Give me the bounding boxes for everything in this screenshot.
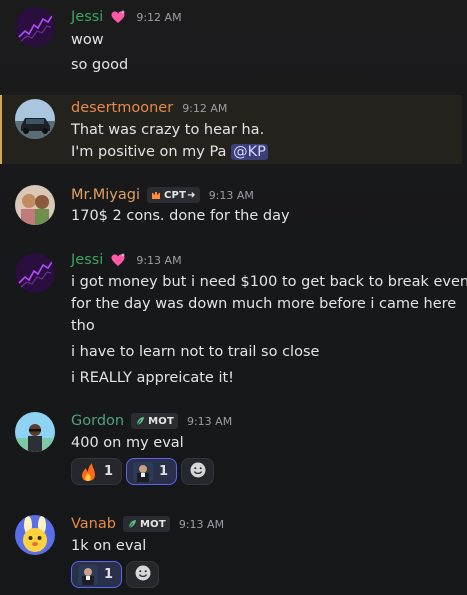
reaction-count: 1 [159,464,169,479]
message-text: i have to learn not to trail so close [71,344,320,360]
avatar[interactable] [15,253,55,293]
heart-sparkle-icon [109,252,127,268]
custom-emote-icon [78,564,98,585]
chat-message-list[interactable]: Jessi 9:12 AM wow so good desertmooner 9… [0,0,467,595]
role-tag-label: MOT [139,518,166,530]
leaf-icon [135,416,145,426]
message-text-with-mention: I'm positive on my Pa @KP [71,141,268,163]
reaction-fire[interactable]: 1 [71,458,123,485]
avatar[interactable] [15,99,55,139]
timestamp: 9:13 AM [208,188,254,202]
message-text: 1k on eval [71,538,147,554]
avatar[interactable] [15,412,55,452]
message-mrmiyagi: Mr.Miyagi CPT ➜ 9:13 AM 170$ 2 cons. don… [0,180,467,238]
message-text: for the day was down much more before i … [71,296,457,312]
smiley-icon [134,564,152,586]
arrow-right-icon: ➜ [187,189,196,201]
user-mention[interactable]: @KP [231,144,268,160]
add-reaction-button[interactable] [181,458,215,485]
reaction-bar: 1 1 [71,458,215,485]
message-vanab: Vanab MOT 9:13 AM 1k on eval 1 [0,509,467,595]
fire-icon [78,462,98,482]
message-text: 400 on my eval [71,435,184,451]
avatar[interactable] [15,185,55,225]
username[interactable]: desertmooner [71,100,173,116]
timestamp: 9:12 AM [182,101,228,115]
role-tag: MOT [122,516,170,532]
username[interactable]: Jessi [71,9,103,25]
castle-icon [151,190,161,200]
role-tag-label: MOT [148,415,174,427]
username[interactable]: Jessi [71,252,103,268]
reaction-bar: 1 [71,561,160,588]
message-desertmooner: desertmooner 9:12 AM That was crazy to h… [0,95,462,164]
message-text: wow [71,32,104,48]
timestamp: 9:12 AM [136,10,182,24]
role-tag-label: CPT [164,189,187,201]
timestamp: 9:13 AM [178,517,225,531]
message-text: tho [71,318,95,334]
heart-sparkle-icon [109,9,127,25]
avatar[interactable] [15,515,55,555]
username[interactable]: Gordon [71,413,124,429]
avatar[interactable] [15,7,55,47]
message-gordon: Gordon MOT 9:13 AM 400 on my eval 1 1 [0,405,467,500]
custom-emote-icon [133,461,154,482]
role-tag: CPT ➜ [147,187,200,203]
smiley-icon [189,461,207,483]
add-reaction-button[interactable] [126,561,160,588]
username[interactable]: Mr.Miyagi [71,187,140,203]
message-text: That was crazy to hear ha. [71,122,265,138]
message-text: I'm positive on my Pa [71,144,232,160]
message-text: 170$ 2 cons. done for the day [71,208,290,224]
reaction-custom-emote[interactable]: 1 [126,458,178,485]
timestamp: 9:13 AM [186,414,233,428]
message-jessi-2: Jessi 9:13 AM i got money but i need $10… [0,248,467,393]
role-tag: MOT [131,413,178,429]
message-text: so good [71,57,129,73]
reaction-custom-emote[interactable]: 1 [71,561,123,588]
leaf-icon [127,519,137,529]
message-text: i REALLY appreicate it! [71,370,234,386]
message-text: i got money but i need $100 to get back … [71,274,467,290]
reaction-count: 1 [104,567,114,582]
username[interactable]: Vanab [71,516,116,532]
timestamp: 9:13 AM [136,253,182,267]
message-jessi-1: Jessi 9:12 AM wow so good [0,0,467,88]
reaction-count: 1 [104,464,114,479]
